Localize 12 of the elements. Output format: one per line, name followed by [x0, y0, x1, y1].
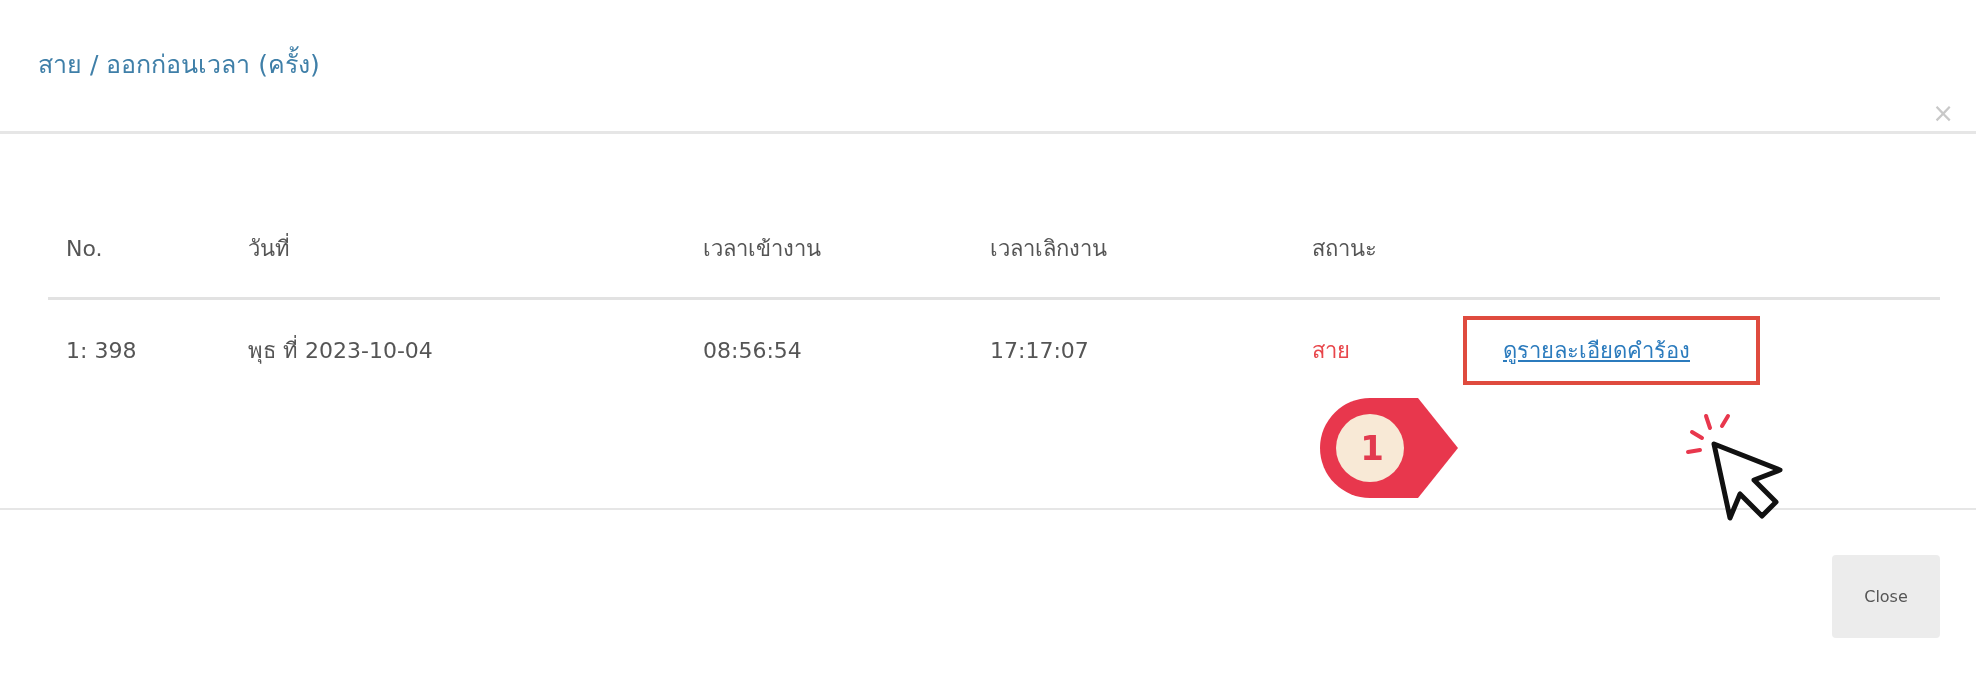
table-cell: 17:17:07 [990, 337, 1089, 363]
details-link[interactable]: ดูรายละเอียดคำร้อง [1503, 337, 1690, 363]
column-header: เวลาเข้างาน [703, 236, 821, 261]
step-number: 1 [1359, 427, 1385, 470]
table-cell: พุธ ที่ 2023-10-04 [248, 337, 433, 363]
column-header: สถานะ [1312, 236, 1377, 261]
close-button[interactable]: Close [1832, 555, 1940, 638]
status-text: สาย [1312, 337, 1350, 363]
table-cell: 08:56:54 [703, 337, 802, 363]
table-cell: 1: 398 [66, 337, 137, 363]
column-header: เวลาเลิกงาน [990, 236, 1107, 261]
column-header: No. [66, 236, 103, 261]
